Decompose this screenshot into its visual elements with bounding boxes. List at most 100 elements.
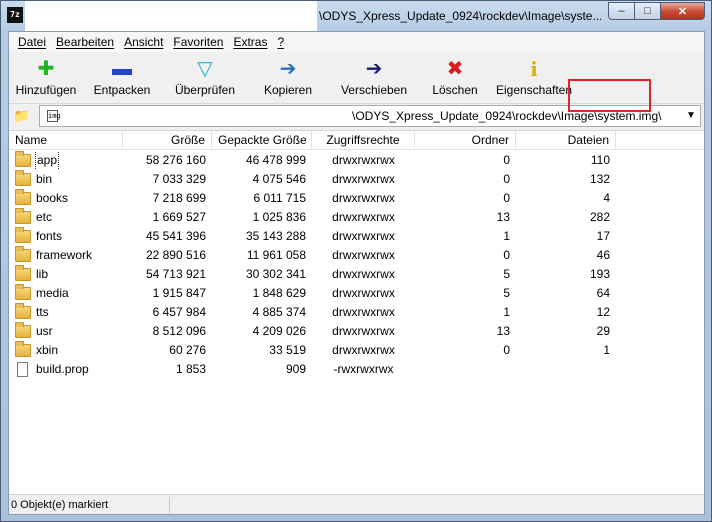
cell-folders: 0 [503,153,510,167]
cell-packed-size: 1 848 629 [252,286,306,300]
status-bar: 0 Objekt(e) markiert [9,494,704,514]
menu-bearbeiten[interactable]: Bearbeiten [51,35,119,49]
cell-packed-size: 4 075 546 [252,172,306,186]
folder-icon [15,151,31,167]
delete-x-icon: ✖ [446,58,464,80]
cell-folders [415,360,516,379]
folder-icon [15,227,31,243]
cell-name: bin [9,170,123,189]
cell-name: books [9,189,123,208]
cell-attributes: drwxrwxrwx [332,305,395,319]
folder-icon [15,322,31,338]
table-row[interactable]: xbin 60 276 33 519 drwxrwxrwx 0 1 [9,341,704,360]
folder-icon [15,246,31,262]
cell-folders: 0 [503,172,510,186]
toolbar-button-label: Hinzufügen [15,83,77,97]
window-title: \ODYS_Xpress_Update_0924\rockdev\Image\s… [319,9,601,23]
cell-files: 193 [589,267,610,281]
minimize-button[interactable]: – [608,2,635,20]
toolbar-button-1[interactable]: ▬ Entpacken [81,52,163,104]
cell-name: media [9,284,123,303]
folder-icon [15,303,31,319]
cell-packed-size: 4 209 026 [252,324,306,338]
table-row[interactable]: etc 1 669 527 1 025 836 drwxrwxrwx 13 282 [9,208,704,227]
file-name: framework [36,248,93,262]
column-name[interactable]: Name [9,131,123,150]
file-name: media [36,286,69,300]
table-row[interactable]: app 58 276 160 46 478 999 drwxrwxrwx 0 110 [9,151,704,170]
check-triangle-icon: ▽ [197,58,213,80]
toolbar-button-label: Löschen [432,83,478,97]
file-name: books [36,191,69,205]
cell-files: 132 [589,172,610,186]
cell-folders: 5 [503,267,510,281]
cell-attributes: drwxrwxrwx [332,229,395,243]
menu-favoriten[interactable]: Favoriten [168,35,228,49]
window-controls: – □ ✕ [608,2,705,20]
toolbar-button-0[interactable]: ✚ Hinzufügen [11,52,81,104]
table-row[interactable]: usr 8 512 096 4 209 026 drwxrwxrwx 13 29 [9,322,704,341]
column-folders[interactable]: Ordner [415,131,516,150]
toolbar-button-4[interactable]: ➔ Verschieben [329,52,419,104]
table-row[interactable]: media 1 915 847 1 848 629 drwxrwxrwx 5 64 [9,284,704,303]
toolbar-button-2[interactable]: ▽ Überprüfen [163,52,247,104]
menu-ansicht[interactable]: Ansicht [119,35,168,49]
cell-name: xbin [9,341,123,360]
cell-folders: 0 [503,343,510,357]
toolbar-button-label: Eigenschaften [495,83,573,97]
file-name: etc [36,210,53,224]
table-row[interactable]: bin 7 033 329 4 075 546 drwxrwxrwx 0 132 [9,170,704,189]
status-text: 0 Objekt(e) markiert [11,498,109,511]
cell-folders: 1 [503,305,510,319]
column-size[interactable]: Größe [123,131,212,150]
title-bar[interactable]: 7z \ODYS_Xpress_Update_0924\rockdev\Imag… [1,1,711,31]
cell-size: 8 512 096 [152,324,206,338]
menu-help[interactable]: ? [272,35,289,49]
cell-folders: 0 [503,248,510,262]
cell-packed-size: 4 885 374 [252,305,306,319]
file-name: build.prop [36,362,89,376]
toolbar-button-5[interactable]: ✖ Löschen [419,52,491,104]
cell-attributes: drwxrwxrwx [332,343,395,357]
app-window: 7z \ODYS_Xpress_Update_0924\rockdev\Imag… [0,0,712,522]
table-row[interactable]: tts 6 457 984 4 885 374 drwxrwxrwx 1 12 [9,303,704,322]
file-icon [17,362,28,377]
cell-attributes: -rwxrwxrwx [333,362,394,376]
cell-packed-size: 33 519 [269,343,306,357]
cell-attributes: drwxrwxrwx [332,153,395,167]
table-row[interactable]: books 7 218 699 6 011 715 drwxrwxrwx 0 4 [9,189,704,208]
cell-packed-size: 46 478 999 [245,153,306,167]
folder-icon [15,284,31,300]
column-attributes[interactable]: Zugriffsrechte [312,131,415,150]
folder-up-button[interactable]: 📁 [11,105,33,127]
table-row[interactable]: lib 54 713 921 30 302 341 drwxrwxrwx 5 193 [9,265,704,284]
column-files[interactable]: Dateien [516,131,616,150]
table-row[interactable]: build.prop 1 853 909 -rwxrwxrwx [9,360,704,379]
app-icon[interactable]: 7z [7,7,23,23]
file-name: xbin [36,343,59,357]
info-icon: i [530,57,538,81]
toolbar-button-label: Entpacken [93,83,151,97]
toolbar: ✚ Hinzufügen ▬ Entpacken ▽ Überprüfen ➔ Kopiere… [9,52,704,104]
maximize-button[interactable]: □ [634,2,661,20]
menu-extras[interactable]: Extras [228,35,272,49]
cell-name: tts [9,303,123,322]
address-dropdown-icon[interactable]: ▼ [684,108,698,124]
toolbar-button-3[interactable]: ➔ Kopieren [247,52,329,104]
cell-size: 60 276 [169,343,206,357]
title-redaction [25,1,317,31]
cell-name: fonts [9,227,123,246]
cell-size: 58 276 160 [145,153,206,167]
close-button[interactable]: ✕ [660,2,705,20]
table-row[interactable]: fonts 45 541 396 35 143 288 drwxrwxrwx 1 17 [9,227,704,246]
address-field[interactable]: img \ODYS_Xpress_Update_0924\rockdev\Ima… [39,105,701,127]
cell-attributes: drwxrwxrwx [332,286,395,300]
column-header: Name Größe Gepackte Größe Zugriffsrechte… [9,131,704,150]
table-row[interactable]: framework 22 890 516 11 961 058 drwxrwxrwx 0… [9,246,704,265]
cell-packed-size: 909 [285,362,306,376]
cell-size: 1 853 [175,362,206,376]
menu-datei[interactable]: Datei [13,35,51,49]
cell-files: 46 [596,248,610,262]
toolbar-button-6[interactable]: i Eigenschaften [491,52,577,104]
column-packed-size[interactable]: Gepackte Größe [212,131,312,150]
